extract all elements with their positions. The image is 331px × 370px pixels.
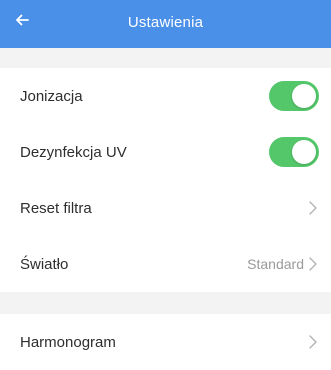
setting-row-schedule[interactable]: Harmonogram [0,314,331,370]
chevron-right-icon [307,256,319,272]
setting-row-uv: Dezynfekcja UV [0,124,331,180]
toggle-knob [292,140,316,164]
toggle-knob [292,84,316,108]
light-value: Standard [247,256,304,272]
page-title: Ustawienia [127,14,204,31]
light-label: Światło [20,255,69,273]
setting-row-light[interactable]: Światło Standard [0,236,331,292]
setting-row-ionization: Jonizacja [0,68,331,124]
schedule-label: Harmonogram [20,333,116,351]
setting-row-filter-reset[interactable]: Reset filtra [0,180,331,236]
chevron-right-icon [307,200,319,216]
ionization-label: Jonizacja [20,87,83,105]
app-header: Ustawienia [0,0,331,48]
chevron-right-icon [307,334,319,350]
uv-toggle[interactable] [269,137,319,167]
ionization-toggle[interactable] [269,81,319,111]
section-gap [0,292,331,314]
section-gap [0,48,331,68]
filter-reset-label: Reset filtra [20,199,92,217]
uv-label: Dezynfekcja UV [20,143,127,161]
